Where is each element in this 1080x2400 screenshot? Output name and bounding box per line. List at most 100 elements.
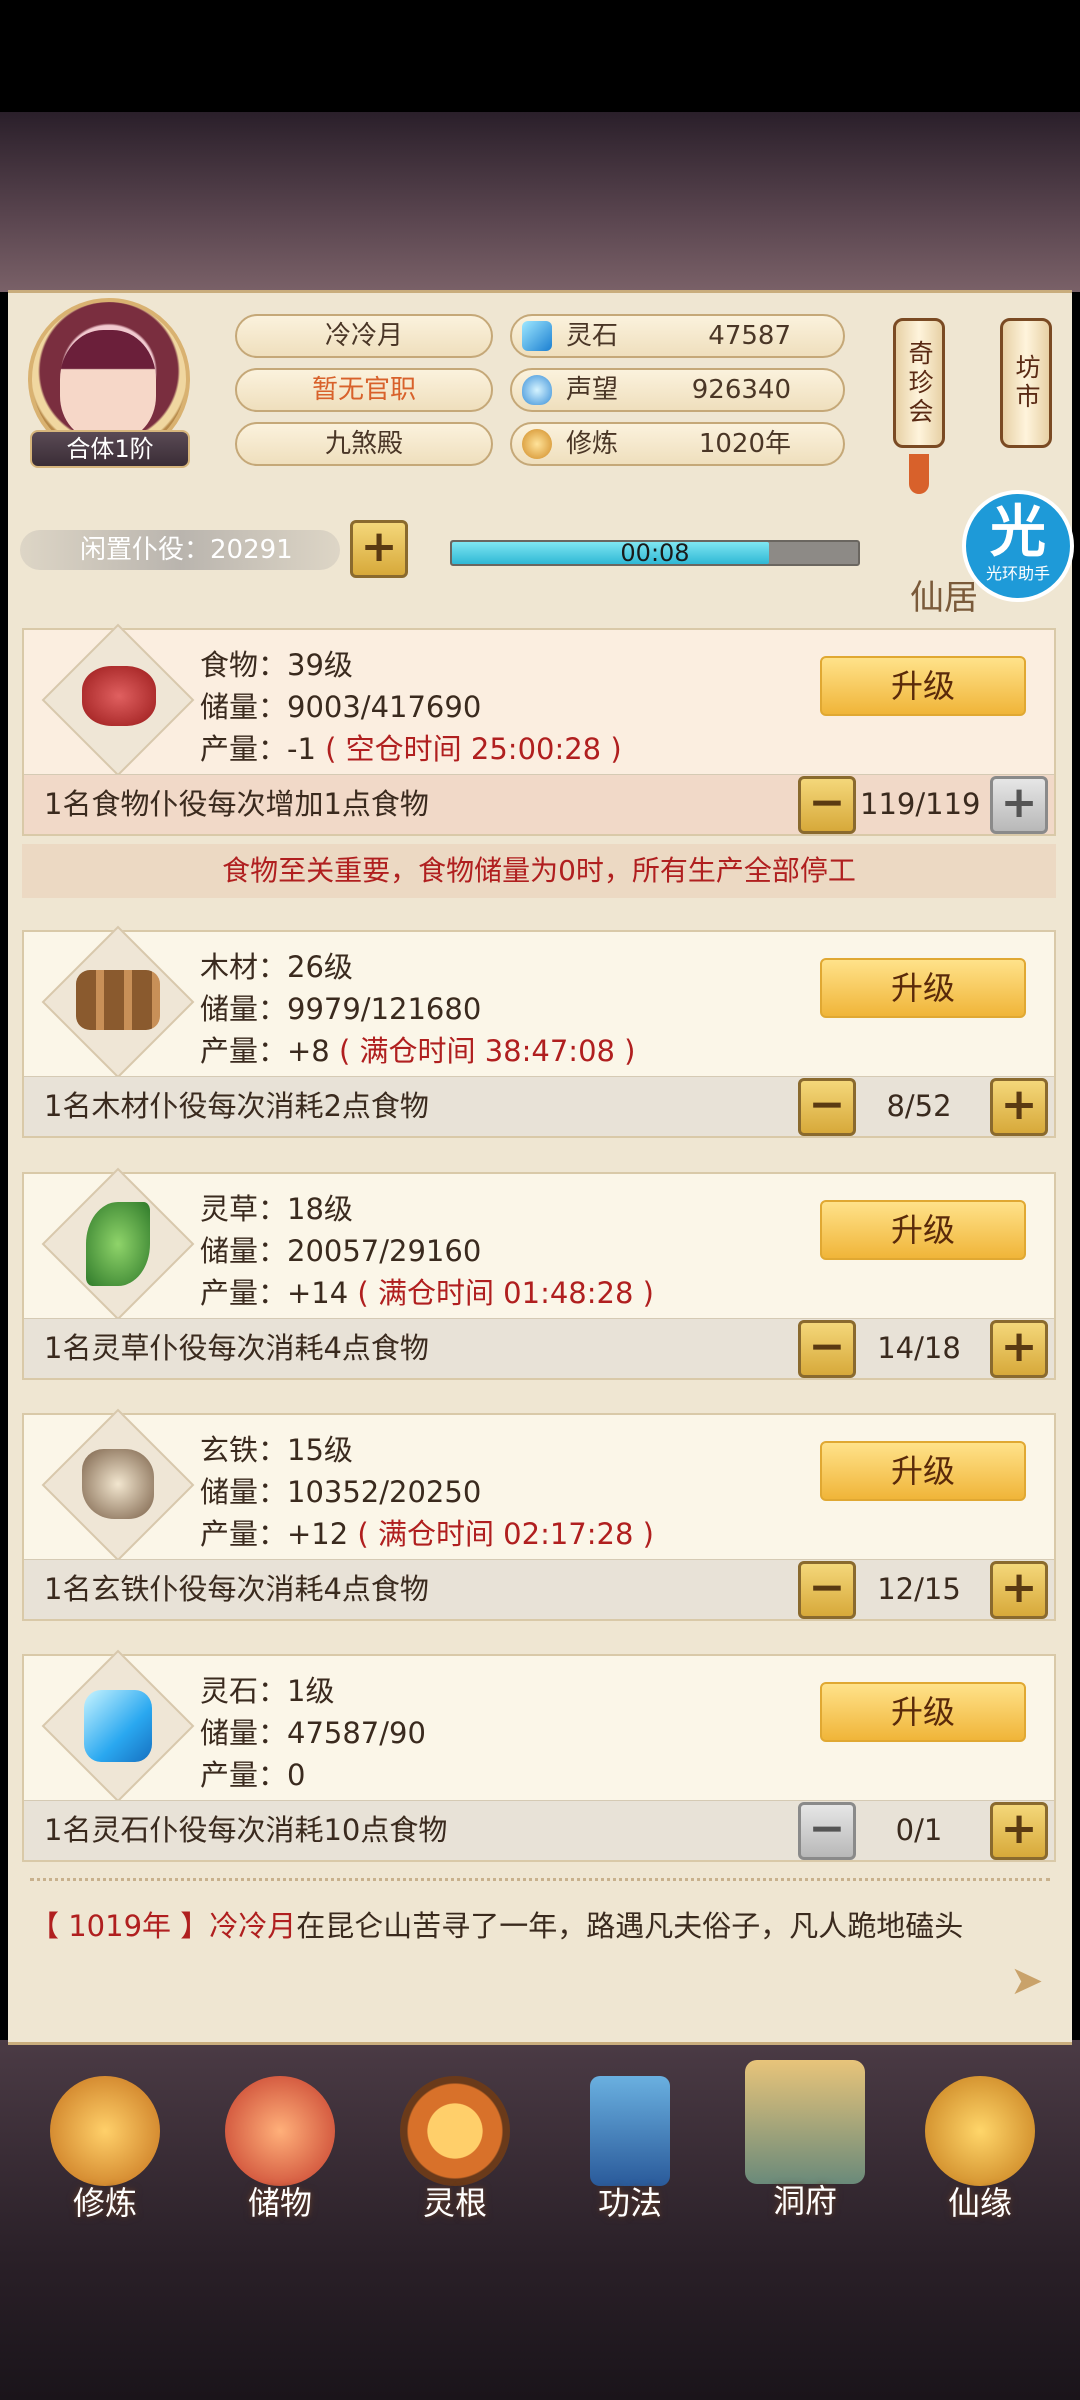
- increase-servant-button[interactable]: +: [990, 1078, 1048, 1136]
- increase-servant-button[interactable]: +: [990, 776, 1048, 834]
- yield-value: 产量：+12: [200, 1517, 349, 1551]
- resource-storage: 储量：47587/90: [200, 1716, 426, 1750]
- spirit-stone-icon: [522, 321, 552, 351]
- resource-level: 食物：39级: [200, 648, 353, 682]
- meditate-icon: [50, 2076, 160, 2186]
- stat-label: 灵石: [566, 321, 619, 351]
- upgrade-button[interactable]: 升级: [820, 1682, 1026, 1742]
- decrease-servant-button[interactable]: −: [798, 1561, 856, 1619]
- nav-storage[interactable]: 储物: [205, 2076, 355, 2246]
- resource-level: 灵石：1级: [200, 1674, 335, 1708]
- resource-card-wood: 木材：26级 储量：9979/121680 产量：+8 ( 满仓时间 38:47…: [22, 925, 1056, 1138]
- yield-value: 产量：+8: [200, 1034, 330, 1068]
- rank-badge: 合体1阶: [30, 430, 190, 468]
- upgrade-button[interactable]: 升级: [820, 656, 1026, 716]
- iron-ore-icon: [82, 1449, 154, 1519]
- resource-card-spirit-stone: 灵石：1级 储量：47587/90 产量：0 升级 1名灵石仆役每次消耗10点食…: [22, 1649, 1056, 1862]
- decrease-servant-button[interactable]: −: [798, 1320, 856, 1378]
- top-banner: [0, 112, 1080, 292]
- nav-immortal-fate[interactable]: 仙缘: [905, 2076, 1055, 2246]
- stat-label: 修炼: [566, 429, 619, 459]
- decrease-servant-button[interactable]: −: [798, 1078, 856, 1136]
- increase-servant-button[interactable]: +: [990, 1320, 1048, 1378]
- resource-level: 灵草：18级: [200, 1192, 353, 1226]
- helper-badge-glyph: 光: [990, 500, 1046, 565]
- nav-label: 功法: [597, 2184, 662, 2222]
- status-bar-area: [0, 0, 1080, 112]
- stat-reputation: 声望 926340: [510, 368, 845, 412]
- resource-yield: 产量：+12 ( 满仓时间 02:17:28 ): [200, 1511, 654, 1553]
- log-name: 冷冷月: [209, 1909, 297, 1943]
- resource-card-iron: 玄铁：15级 储量：10352/20250 产量：+12 ( 满仓时间 02:1…: [22, 1408, 1056, 1621]
- stat-value: 47587: [708, 321, 791, 351]
- log-text: 在昆仑山苦寻了一年，路遇凡夫俗子，凡人跪地磕头: [296, 1909, 964, 1943]
- meat-icon: [82, 666, 156, 726]
- resource-yield: 产量：+8 ( 满仓时间 38:47:08 ): [200, 1028, 636, 1070]
- treasure-fair-button[interactable]: 奇珍会: [893, 318, 945, 448]
- servant-count: 14/18: [877, 1331, 961, 1365]
- log-year: 【 1019年 】: [30, 1909, 210, 1943]
- increase-servant-button[interactable]: +: [990, 1802, 1048, 1860]
- nav-label: 灵根: [422, 2184, 487, 2222]
- upgrade-button[interactable]: 升级: [820, 958, 1026, 1018]
- helper-badge-label: 光环助手: [985, 564, 1050, 583]
- time-remaining: ( 空仓时间 25:00:28 ): [325, 732, 622, 766]
- servant-count: 119/119: [860, 787, 981, 821]
- market-button[interactable]: 坊市: [1000, 318, 1052, 448]
- bag-icon: [225, 2076, 335, 2186]
- servant-description: 1名玄铁仆役每次消耗4点食物: [44, 1572, 429, 1606]
- reputation-icon: [522, 375, 552, 405]
- servant-description: 1名灵草仆役每次消耗4点食物: [44, 1331, 429, 1365]
- helper-badge[interactable]: 光 光环助手: [962, 490, 1074, 602]
- resource-card-food: 食物：39级 储量：9003/417690 产量：-1 ( 空仓时间 25:00…: [22, 623, 1056, 836]
- nav-label: 储物: [247, 2184, 312, 2222]
- servant-description: 1名灵石仆役每次消耗10点食物: [44, 1813, 448, 1847]
- stat-spirit-stone: 灵石 47587: [510, 314, 845, 358]
- nav-label: 仙缘: [947, 2184, 1012, 2222]
- idle-servants-label: 闲置仆役：20291: [20, 530, 340, 570]
- event-log: 【 1019年 】冷冷月在昆仑山苦寻了一年，路遇凡夫俗子，凡人跪地磕头: [30, 1904, 1050, 1948]
- food-warning: 食物至关重要，食物储量为0时，所有生产全部停工: [22, 844, 1056, 898]
- wood-icon: [76, 970, 160, 1030]
- resource-card-herb: 灵草：18级 储量：20057/29160 产量：+14 ( 满仓时间 01:4…: [22, 1167, 1056, 1380]
- log-divider: [30, 1878, 1050, 1884]
- progress-timer: 00:08: [620, 539, 690, 567]
- nav-spirit-root[interactable]: 灵根: [380, 2076, 530, 2246]
- stat-cultivation: 修炼 1020年: [510, 422, 845, 466]
- avatar-portrait: [60, 330, 156, 440]
- add-servant-button[interactable]: +: [350, 520, 408, 578]
- decrease-servant-button[interactable]: −: [798, 1802, 856, 1860]
- tassel-decoration: [909, 454, 929, 494]
- servant-count: 0/1: [895, 1813, 943, 1847]
- stat-label: 声望: [566, 375, 619, 405]
- stat-value: 926340: [691, 375, 791, 405]
- nav-techniques[interactable]: 功法: [555, 2076, 705, 2246]
- upgrade-button[interactable]: 升级: [820, 1200, 1026, 1260]
- resource-storage: 储量：9979/121680: [200, 992, 482, 1026]
- upgrade-button[interactable]: 升级: [820, 1441, 1026, 1501]
- official-title: 暂无官职: [235, 368, 493, 412]
- cultivation-icon: [522, 429, 552, 459]
- servant-count: 8/52: [886, 1089, 952, 1123]
- time-remaining: ( 满仓时间 02:17:28 ): [357, 1517, 654, 1551]
- nav-cultivate[interactable]: 修炼: [30, 2076, 180, 2246]
- resource-level: 木材：26级: [200, 950, 353, 984]
- resource-storage: 储量：9003/417690: [200, 690, 482, 724]
- resource-yield: 产量：-1 ( 空仓时间 25:00:28 ): [200, 726, 622, 768]
- nav-cave-mansion[interactable]: 洞府: [730, 2060, 880, 2230]
- resource-level: 玄铁：15级: [200, 1433, 353, 1467]
- cave-mansion-icon: [745, 2060, 865, 2184]
- increase-servant-button[interactable]: +: [990, 1561, 1048, 1619]
- stat-value: 1020年: [698, 429, 791, 459]
- nav-label: 修炼: [72, 2184, 137, 2222]
- time-remaining: ( 满仓时间 01:48:28 ): [357, 1276, 654, 1310]
- yield-value: 产量：-1: [200, 732, 316, 766]
- decrease-servant-button[interactable]: −: [798, 776, 856, 834]
- player-name: 冷冷月: [235, 314, 493, 358]
- next-log-icon[interactable]: ➤: [1010, 1958, 1044, 2004]
- yield-value: 产量：+14: [200, 1276, 349, 1310]
- nav-label: 洞府: [772, 2182, 837, 2220]
- gourd-icon: [925, 2076, 1035, 2186]
- resource-yield: 产量：+14 ( 满仓时间 01:48:28 ): [200, 1270, 654, 1312]
- herb-icon: [86, 1202, 150, 1286]
